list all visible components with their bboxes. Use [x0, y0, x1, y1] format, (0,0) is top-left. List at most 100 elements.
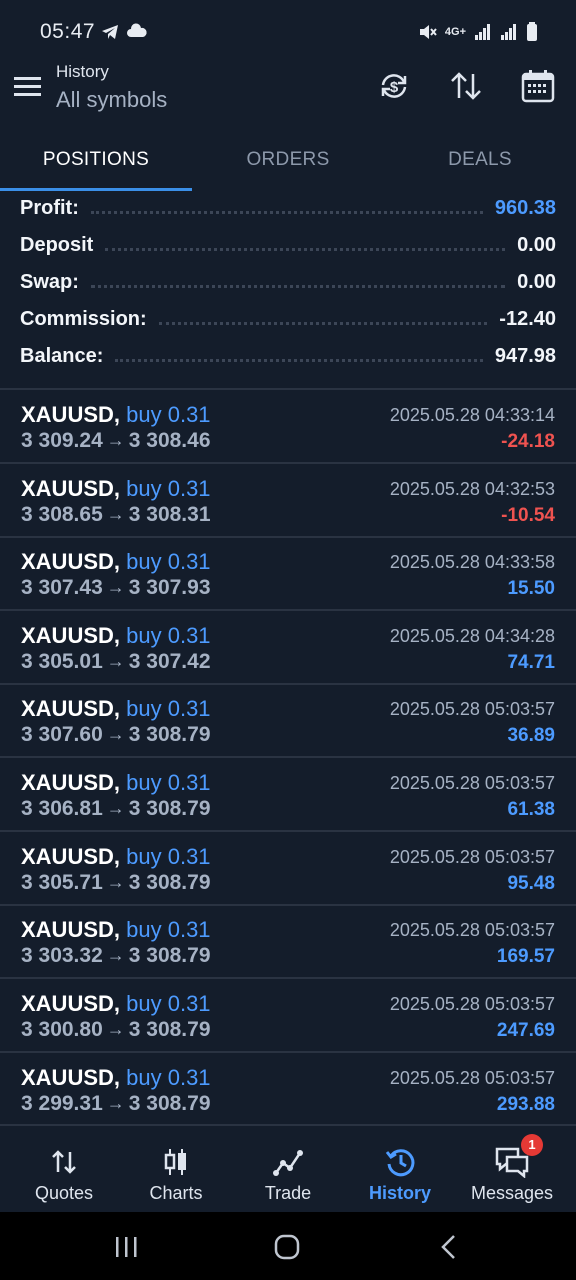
system-navigation-bar [0, 1212, 576, 1280]
history-tabs: POSITIONS ORDERS DEALS [0, 132, 576, 192]
currency-refresh-icon[interactable]: $ [376, 68, 412, 104]
position-profit: 74.71 [507, 652, 555, 673]
nav-messages[interactable]: 1 Messages [455, 1128, 569, 1212]
unread-badge: 1 [521, 1134, 543, 1156]
close-price: 3 308.79 [128, 871, 211, 894]
divider [0, 830, 576, 832]
position-profit: 61.38 [507, 799, 555, 820]
home-icon[interactable] [267, 1232, 307, 1262]
summary-profit: Profit: 960.38 [20, 190, 556, 227]
close-price: 3 307.93 [128, 576, 211, 599]
position-profit: 95.48 [507, 873, 555, 894]
position-symbol: XAUUSD, [21, 549, 121, 574]
tab-deals[interactable]: DEALS [384, 132, 576, 188]
tab-positions[interactable]: POSITIONS [0, 132, 192, 188]
nav-charts[interactable]: Charts [119, 1128, 233, 1212]
status-bar: 05:47 4G+ [0, 0, 576, 64]
calendar-icon[interactable] [520, 68, 556, 104]
nav-label: History [368, 1183, 431, 1203]
dotted-leader [158, 322, 488, 325]
close-price: 3 308.46 [128, 429, 211, 452]
nav-quotes[interactable]: Quotes [7, 1128, 121, 1212]
position-type: buy 0.31 [126, 844, 211, 869]
recent-apps-icon[interactable] [106, 1232, 146, 1262]
position-row[interactable]: XAUUSD, buy 0.31 3 307.43 → 3 307.93 2025.… [0, 538, 576, 610]
arrow-right-icon: → [106, 1093, 125, 1113]
open-price: 3 308.65 [21, 503, 103, 526]
bottom-navigation: Quotes Charts Trade History 1 Messages [0, 1128, 576, 1212]
position-row[interactable]: XAUUSD, buy 0.31 3 300.80 → 3 308.79 2025.… [0, 980, 576, 1052]
divider [0, 609, 576, 611]
divider [0, 462, 576, 464]
menu-icon[interactable] [14, 72, 42, 100]
open-price: 3 307.43 [21, 576, 103, 599]
app-bar: History All symbols $ [0, 56, 576, 128]
svg-text:$: $ [390, 79, 399, 96]
open-price: 3 305.01 [21, 650, 103, 673]
position-row[interactable]: XAUUSD, buy 0.31 3 305.71 → 3 308.79 2025.… [0, 833, 576, 905]
position-time: 2025.05.28 05:03:57 [389, 773, 555, 793]
close-price: 3 308.31 [128, 503, 211, 526]
nav-trade[interactable]: Trade [231, 1128, 345, 1212]
position-row[interactable]: XAUUSD, buy 0.31 3 308.65 → 3 308.31 2025.… [0, 465, 576, 537]
open-price: 3 307.60 [21, 723, 103, 746]
page-subtitle: History [56, 62, 109, 81]
position-type: buy 0.31 [126, 696, 211, 721]
close-price: 3 308.79 [128, 1092, 211, 1115]
position-type: buy 0.31 [126, 623, 211, 648]
close-price: 3 308.79 [128, 944, 211, 967]
summary-commission: Commission: -12.40 [20, 301, 556, 338]
position-time: 2025.05.28 04:33:14 [389, 405, 555, 425]
telegram-icon [102, 25, 118, 39]
cloud-icon [127, 23, 147, 37]
summary-value: 947.98 [494, 345, 556, 367]
position-type: buy 0.31 [126, 549, 211, 574]
nav-label: Charts [149, 1183, 203, 1203]
position-row[interactable]: XAUUSD, buy 0.31 3 305.01 → 3 307.42 2025.… [0, 612, 576, 684]
position-row[interactable]: XAUUSD, buy 0.31 3 303.32 → 3 308.79 2025.… [0, 906, 576, 978]
divider [0, 756, 576, 758]
summary-label: Balance: [20, 345, 104, 367]
position-type: buy 0.31 [126, 1065, 211, 1090]
position-profit: 293.88 [496, 1094, 555, 1115]
dotted-leader [90, 285, 506, 288]
position-profit: -24.18 [501, 431, 555, 452]
summary-value: 0.00 [517, 271, 556, 293]
position-type: buy 0.31 [126, 917, 211, 942]
summary-value: 960.38 [494, 197, 556, 219]
position-time: 2025.05.28 04:32:53 [389, 479, 555, 499]
arrow-right-icon: → [106, 872, 125, 892]
summary-value: 0.00 [517, 234, 556, 256]
status-time: 05:47 [40, 20, 96, 43]
position-row[interactable]: XAUUSD, buy 0.31 3 299.31 → 3 308.79 2025.… [0, 1054, 576, 1126]
arrow-right-icon: → [106, 945, 125, 965]
arrow-right-icon: → [106, 651, 125, 671]
open-price: 3 303.32 [21, 944, 103, 967]
nav-history[interactable]: History [343, 1128, 457, 1212]
open-price: 3 309.24 [21, 429, 103, 452]
tab-orders[interactable]: ORDERS [192, 132, 384, 188]
position-row[interactable]: XAUUSD, buy 0.31 3 309.24 → 3 308.46 2025.… [0, 391, 576, 463]
nav-label: Trade [264, 1183, 312, 1203]
dotted-leader [115, 359, 483, 362]
summary-deposit: Deposit 0.00 [20, 227, 556, 264]
position-row[interactable]: XAUUSD, buy 0.31 3 307.60 → 3 308.79 2025.… [0, 685, 576, 757]
history-icon [385, 1149, 415, 1177]
divider [0, 388, 576, 390]
summary-label: Commission: [20, 308, 147, 330]
open-price: 3 300.80 [21, 1018, 103, 1041]
position-symbol: XAUUSD, [21, 770, 121, 795]
network-type-label: 4G+ [444, 26, 466, 38]
position-row[interactable]: XAUUSD, buy 0.31 3 306.81 → 3 308.79 2025.… [0, 759, 576, 831]
symbol-filter[interactable]: All symbols [56, 87, 167, 113]
mute-icon [419, 25, 437, 39]
open-price: 3 305.71 [21, 871, 103, 894]
position-profit: 169.57 [496, 946, 555, 967]
position-profit: -10.54 [501, 505, 555, 526]
trade-icon [273, 1150, 303, 1176]
position-profit: 15.50 [507, 578, 555, 599]
position-profit: 247.69 [496, 1020, 555, 1041]
sort-icon[interactable] [448, 68, 484, 104]
summary-label: Deposit [20, 234, 94, 256]
back-icon[interactable] [428, 1232, 468, 1262]
